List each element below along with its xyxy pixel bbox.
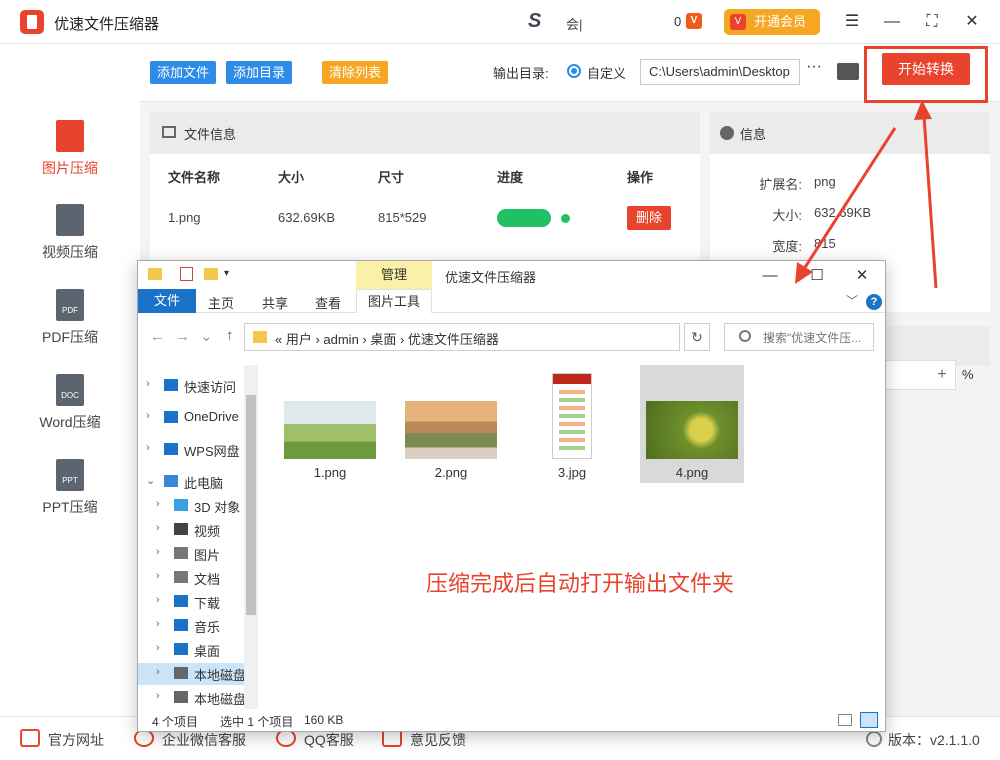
- arrow-line-vertical: [922, 115, 938, 289]
- arrow-head-diagonal: [795, 262, 813, 284]
- annotation-arrows: [795, 100, 938, 289]
- arrow-line-diagonal: [800, 127, 897, 273]
- arrow-head-vertical: [914, 100, 932, 120]
